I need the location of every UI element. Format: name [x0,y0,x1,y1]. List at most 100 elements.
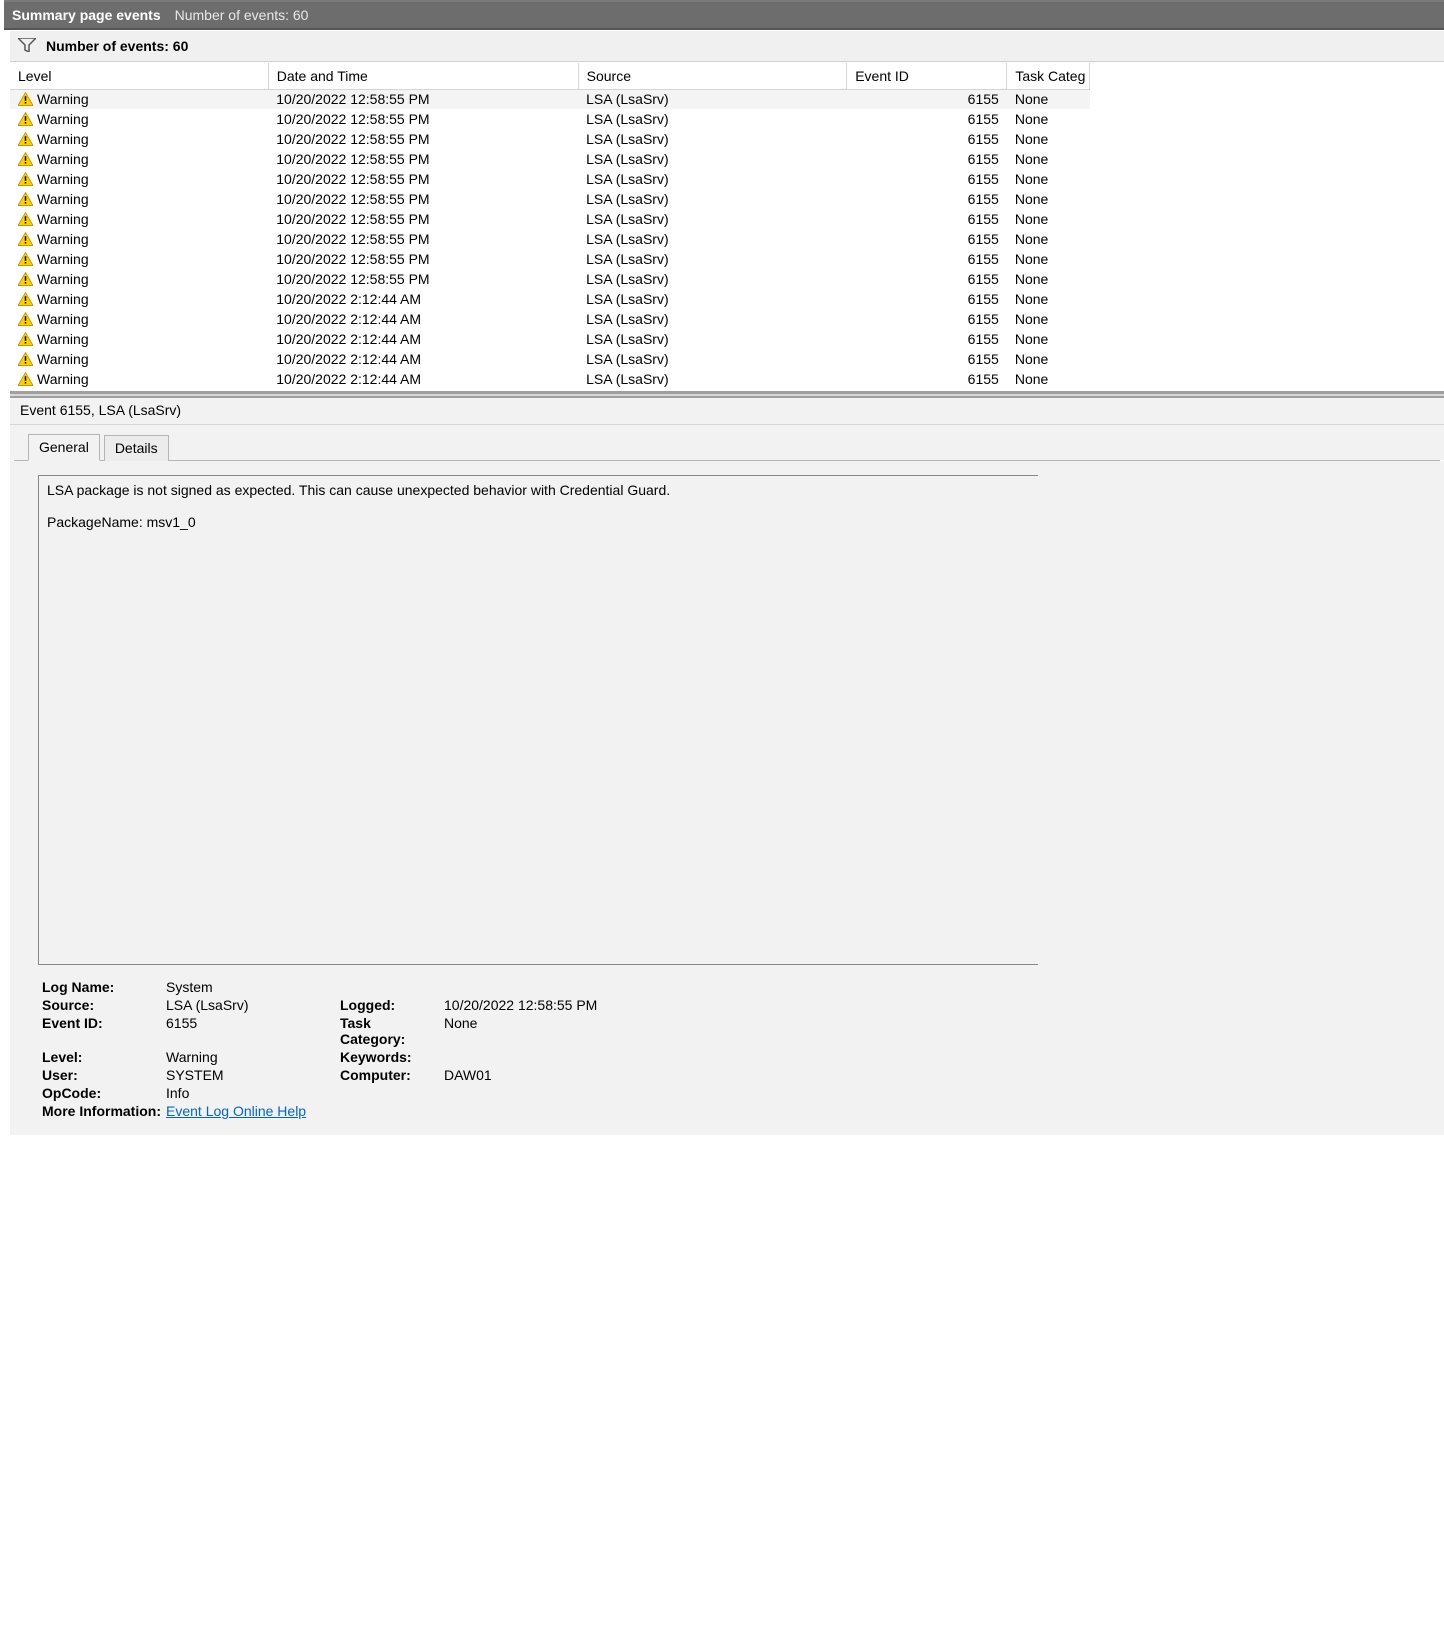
filter-count: Number of events: 60 [46,38,188,54]
event-table-container[interactable]: Level Date and Time Source Event ID Task… [10,62,1444,392]
cell-source: LSA (LsaSrv) [578,369,847,389]
warning-icon [18,352,33,366]
cell-taskcat: None [1007,129,1090,149]
cell-eventid: 6155 [847,149,1007,169]
col-source[interactable]: Source [578,63,847,89]
cell-source: LSA (LsaSrv) [578,129,847,149]
col-eventid[interactable]: Event ID [847,63,1007,89]
table-row[interactable]: Warning10/20/2022 12:58:55 PMLSA (LsaSrv… [10,149,1090,169]
lbl-logname: Log Name: [42,979,162,995]
cell-taskcat: None [1007,249,1090,269]
cell-date: 10/20/2022 2:12:44 AM [268,289,578,309]
cell-source: LSA (LsaSrv) [578,289,847,309]
table-header-row: Level Date and Time Source Event ID Task… [10,63,1090,89]
table-row[interactable]: Warning 10/20/2022 2:12:44 AMLSA (LsaSrv)… [10,309,1090,329]
cell-eventid: 6155 [847,349,1007,369]
cell-taskcat: None [1007,309,1090,329]
cell-level: Warning [37,171,89,187]
cell-source: LSA (LsaSrv) [578,269,847,289]
table-row[interactable]: Warning 10/20/2022 12:58:55 PMLSA (LsaSrv… [10,249,1090,269]
table-row[interactable]: Warning10/20/2022 2:12:44 AMLSA (LsaSrv)… [10,369,1090,389]
cell-eventid: 6155 [847,189,1007,209]
event-message[interactable]: LSA package is not signed as expected. T… [38,475,1038,965]
lbl-logged: Logged: [340,997,440,1013]
table-row[interactable]: Warning10/20/2022 12:58:55 PMLSA (LsaSrv… [10,209,1090,229]
cell-source: LSA (LsaSrv) [578,249,847,269]
col-taskcat[interactable]: Task Categ [1007,63,1090,89]
cell-level: Warning [37,251,89,267]
cell-date: 10/20/2022 2:12:44 AM [268,309,578,329]
tab-details[interactable]: Details [104,435,169,461]
warning-icon [18,252,33,266]
cell-date: 10/20/2022 12:58:55 PM [268,209,578,229]
table-row[interactable]: Warning10/20/2022 12:58:55 PMLSA (LsaSrv… [10,169,1090,189]
table-row[interactable]: Warning10/20/2022 2:12:44 AMLSA (LsaSrv)… [10,329,1090,349]
cell-taskcat: None [1007,109,1090,129]
cell-level: Warning [37,351,89,367]
table-row[interactable]: Warning 10/20/2022 2:12:44 AMLSA (LsaSrv)… [10,289,1090,309]
lbl-moreinfo: More Information: [42,1103,162,1119]
table-row[interactable]: Warning10/20/2022 12:58:55 PMLSA (LsaSrv… [10,89,1090,109]
cell-source: LSA (LsaSrv) [578,349,847,369]
link-moreinfo[interactable]: Event Log Online Help [166,1103,306,1119]
val-keywords [444,1049,704,1065]
col-level[interactable]: Level [10,63,268,89]
cell-date: 10/20/2022 2:12:44 AM [268,369,578,389]
cell-eventid: 6155 [847,329,1007,349]
warning-icon [18,372,33,386]
col-date[interactable]: Date and Time [268,63,578,89]
cell-date: 10/20/2022 12:58:55 PM [268,129,578,149]
cell-date: 10/20/2022 12:58:55 PM [268,149,578,169]
cell-eventid: 6155 [847,289,1007,309]
filter-bar: Number of events: 60 [10,30,1444,62]
warning-icon [18,92,33,106]
warning-icon [18,272,33,286]
table-row[interactable]: Warning 10/20/2022 12:58:55 PMLSA (LsaSrv… [10,229,1090,249]
cell-level: Warning [37,291,89,307]
cell-date: 10/20/2022 12:58:55 PM [268,269,578,289]
filter-icon[interactable] [18,38,36,55]
event-properties: Log Name: System Source: LSA (LsaSrv) Lo… [38,965,1444,1125]
cell-eventid: 6155 [847,169,1007,189]
cell-source: LSA (LsaSrv) [578,109,847,129]
table-row[interactable]: Warning10/20/2022 12:58:55 PMLSA (LsaSrv… [10,189,1090,209]
details-tabstrip: General Details [10,425,1444,460]
warning-icon [18,192,33,206]
cell-taskcat: None [1007,329,1090,349]
cell-date: 10/20/2022 12:58:55 PM [268,109,578,129]
val-opcode: Info [166,1085,336,1101]
cell-taskcat: None [1007,349,1090,369]
table-row[interactable]: Warning10/20/2022 12:58:55 PMLSA (LsaSrv… [10,269,1090,289]
cell-date: 10/20/2022 12:58:55 PM [268,249,578,269]
tab-general[interactable]: General [28,434,100,461]
lbl-source: Source: [42,997,162,1013]
cell-level: Warning [37,231,89,247]
cell-eventid: 6155 [847,209,1007,229]
val-taskcat: None [444,1015,704,1047]
cell-level: Warning [37,331,89,347]
cell-date: 10/20/2022 12:58:55 PM [268,229,578,249]
val-level: Warning [166,1049,336,1065]
val-logged: 10/20/2022 12:58:55 PM [444,997,704,1013]
lbl-user: User: [42,1067,162,1083]
table-row[interactable]: Warning10/20/2022 12:58:55 PMLSA (LsaSrv… [10,109,1090,129]
cell-eventid: 6155 [847,269,1007,289]
cell-level: Warning [37,311,89,327]
cell-date: 10/20/2022 12:58:55 PM [268,89,578,109]
cell-source: LSA (LsaSrv) [578,229,847,249]
table-row[interactable]: Warning10/20/2022 2:12:44 AMLSA (LsaSrv)… [10,349,1090,369]
cell-eventid: 6155 [847,309,1007,329]
cell-date: 10/20/2022 2:12:44 AM [268,329,578,349]
cell-source: LSA (LsaSrv) [578,309,847,329]
cell-level: Warning [37,211,89,227]
table-row[interactable]: Warning10/20/2022 12:58:55 PMLSA (LsaSrv… [10,129,1090,149]
cell-date: 10/20/2022 12:58:55 PM [268,169,578,189]
warning-icon [18,212,33,226]
lbl-keywords: Keywords: [340,1049,440,1065]
val-computer: DAW01 [444,1067,704,1083]
val-user: SYSTEM [166,1067,336,1083]
cell-taskcat: None [1007,189,1090,209]
cell-eventid: 6155 [847,109,1007,129]
warning-icon [18,312,33,326]
warning-icon [18,132,33,146]
